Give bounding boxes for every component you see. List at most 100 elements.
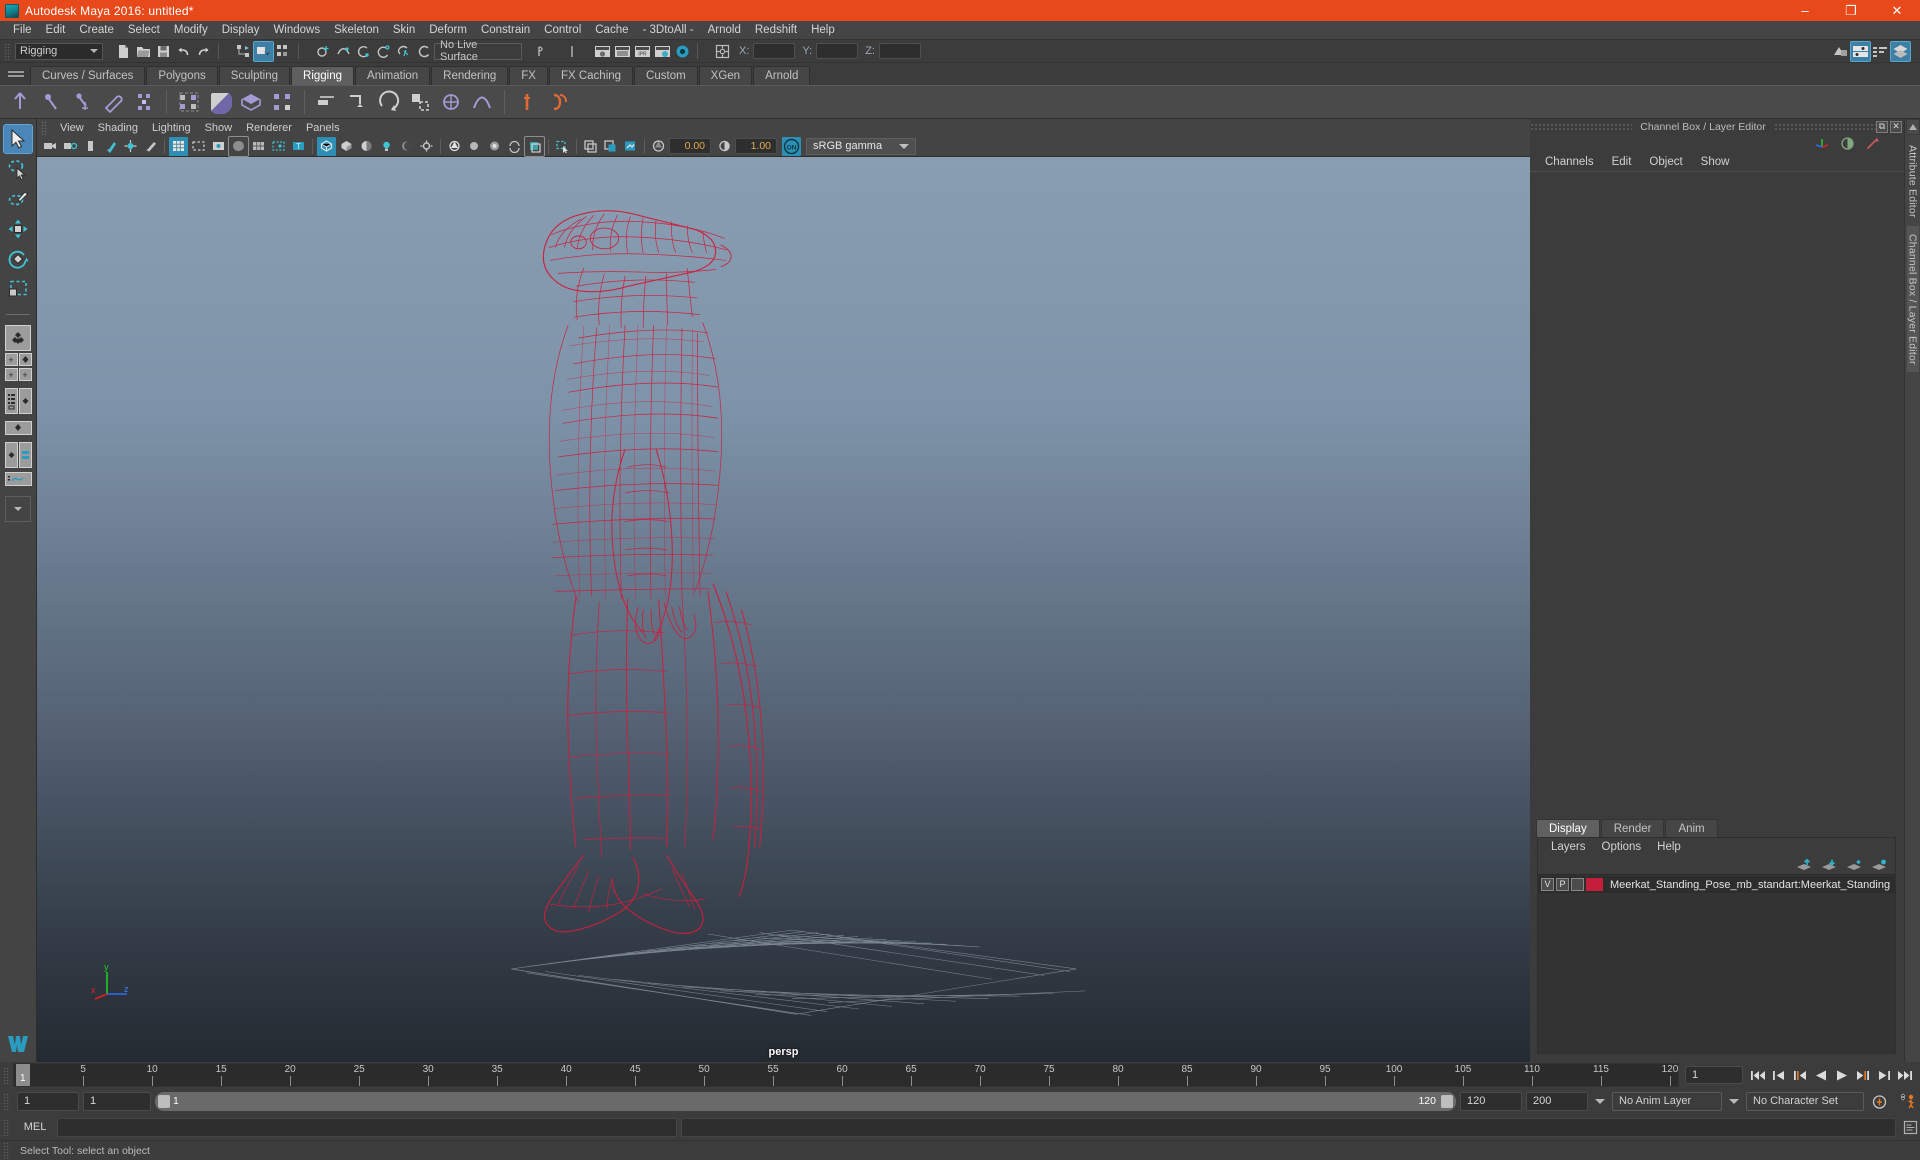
tab-display[interactable]: Display (1536, 819, 1600, 837)
command-line-grip[interactable] (3, 1118, 10, 1136)
film-gate-icon[interactable] (189, 137, 208, 156)
tab-render[interactable]: Render (1600, 819, 1665, 837)
play-backwards-icon[interactable] (1812, 1066, 1830, 1084)
shelf-menu-icon[interactable] (8, 66, 24, 82)
select-by-component-type-icon[interactable] (274, 42, 293, 61)
character-set-selector[interactable]: No Character Set (1746, 1091, 1864, 1111)
mirror-joint-icon[interactable] (68, 88, 96, 116)
outliner-panel-layout-icon[interactable] (4, 388, 18, 414)
snap-to-curve-icon[interactable] (334, 42, 353, 61)
menu-item-cache[interactable]: Cache (588, 23, 635, 37)
snap-to-grid-icon[interactable] (314, 42, 333, 61)
single-perspective-view-icon[interactable] (5, 325, 31, 351)
new-layer-icon[interactable] (1846, 859, 1862, 872)
color-transform-selector[interactable]: sRGB gamma (806, 137, 916, 155)
safe-title-icon[interactable]: T (289, 137, 308, 156)
command-language-label[interactable]: MEL (17, 1121, 53, 1133)
scale-tool[interactable] (4, 275, 32, 303)
shelf-tab-arnold[interactable]: Arnold (753, 66, 811, 85)
two-pane-persp-icon[interactable] (4, 442, 18, 468)
layer-menu-options[interactable]: Options (1594, 841, 1650, 853)
lattice-icon[interactable] (375, 88, 403, 116)
ipr-render-icon[interactable] (613, 42, 632, 61)
layer-color-swatch[interactable] (1586, 878, 1603, 891)
channel-box-menu-edit[interactable]: Edit (1603, 156, 1641, 168)
chevron-down-icon-2[interactable] (1729, 1098, 1739, 1104)
persp-panel-layout-icon[interactable] (18, 388, 32, 414)
exposure-value-field[interactable]: 0.00 (669, 138, 711, 154)
menu-item-redshift[interactable]: Redshift (748, 23, 804, 37)
channel-box-menu-show[interactable]: Show (1692, 156, 1739, 168)
3d-viewport[interactable]: y z x persp (37, 157, 1530, 1062)
snap-to-projected-center-icon[interactable] (374, 42, 393, 61)
safe-action-icon[interactable] (269, 137, 288, 156)
layer-playback-toggle[interactable]: P (1556, 878, 1569, 891)
shaded-texture-icon[interactable] (621, 137, 640, 156)
smooth-shade-all-icon[interactable] (337, 137, 356, 156)
coord-z-field[interactable] (878, 43, 921, 59)
channel-box-menu-object[interactable]: Object (1640, 156, 1691, 168)
shelf-tab-polygons[interactable]: Polygons (146, 66, 218, 85)
wrap-icon[interactable] (406, 88, 434, 116)
bookmarks-icon[interactable] (81, 137, 100, 156)
menu-item-skeleton[interactable]: Skeleton (327, 23, 386, 37)
channel-box-body[interactable] (1530, 171, 1904, 817)
modeling-toolkit-toggle-icon[interactable] (1865, 136, 1880, 151)
layer-visibility-toggle[interactable]: V (1541, 878, 1554, 891)
go-to-start-icon[interactable] (1749, 1066, 1767, 1084)
cluster-icon[interactable] (437, 88, 465, 116)
shelf-tab-fx-caching[interactable]: FX Caching (548, 66, 634, 85)
tab-anim[interactable]: Anim (1665, 819, 1718, 837)
gamma-value-field[interactable]: 1.00 (735, 138, 777, 154)
undo-icon[interactable] (174, 42, 193, 61)
isolate-select-icon[interactable] (553, 137, 572, 156)
range-bar[interactable]: 1 120 (155, 1091, 1456, 1111)
time-slider[interactable]: 1 5 10 15 20 25 30 35 40 45 50 55 60 65 70 75 80 85 90 95 1… (13, 1063, 1679, 1087)
smooth-bind-icon[interactable] (237, 88, 265, 116)
display-layers-icon[interactable] (581, 137, 600, 156)
shelf-tab-xgen[interactable]: XGen (698, 66, 753, 85)
grid-icon[interactable] (169, 136, 188, 156)
new-layer-from-selected-icon[interactable] (1871, 859, 1887, 872)
viewport-menu-show[interactable]: Show (198, 122, 240, 134)
layer-menu-layers[interactable]: Layers (1543, 841, 1594, 853)
hypergraph-persp-layout-icon[interactable]: + (18, 368, 32, 381)
menu-item-constrain[interactable]: Constrain (474, 23, 537, 37)
nonlinear-icon[interactable] (468, 88, 496, 116)
save-scene-icon[interactable] (154, 42, 173, 61)
tool-settings-icon[interactable] (1890, 40, 1911, 62)
new-scene-icon[interactable] (114, 42, 133, 61)
current-frame-field[interactable]: 1 (1685, 1066, 1743, 1084)
channel-box-toggle-icon[interactable] (1815, 136, 1830, 151)
shelf-tab-rendering[interactable]: Rendering (431, 66, 509, 85)
render-current-frame-icon[interactable] (593, 42, 612, 61)
open-scene-icon[interactable] (134, 42, 153, 61)
depth-peeling-icon[interactable] (505, 137, 524, 156)
panel-drag-dots-right[interactable] (1773, 123, 1876, 130)
redo-icon[interactable] (194, 42, 213, 61)
multisample-icon[interactable] (485, 137, 504, 156)
attribute-editor-icon[interactable] (1871, 42, 1890, 61)
outliner-icon[interactable] (1831, 42, 1850, 61)
help-line-grip[interactable] (3, 1142, 10, 1159)
menu-item-edit[interactable]: Edit (39, 23, 73, 37)
menu-item-file[interactable]: File (6, 23, 39, 37)
channel-box-icon[interactable] (1850, 40, 1871, 62)
use-all-lights-icon[interactable] (377, 137, 396, 156)
menu-item-help[interactable]: Help (804, 23, 842, 37)
viewport-menu-lighting[interactable]: Lighting (145, 122, 198, 134)
statusline-grip[interactable] (4, 42, 11, 60)
close-panel-button[interactable]: ✕ (1890, 120, 1902, 133)
menu-item-create[interactable]: Create (72, 23, 121, 37)
attribute-editor-toggle-icon[interactable] (1840, 136, 1855, 151)
shelf-tab-fx[interactable]: FX (509, 66, 548, 85)
motion-blur-icon[interactable] (445, 137, 464, 156)
menu-item-select[interactable]: Select (121, 23, 167, 37)
bind-skin-icon[interactable] (175, 88, 203, 116)
paint-skin-weights-icon[interactable] (268, 88, 296, 116)
coord-x-field[interactable] (753, 43, 796, 59)
move-tool[interactable] (4, 215, 32, 243)
grease-pencil-icon[interactable] (141, 137, 160, 156)
range-end-field[interactable]: 120 (1460, 1091, 1522, 1111)
anim-layer-selector[interactable]: No Anim Layer (1612, 1091, 1722, 1111)
